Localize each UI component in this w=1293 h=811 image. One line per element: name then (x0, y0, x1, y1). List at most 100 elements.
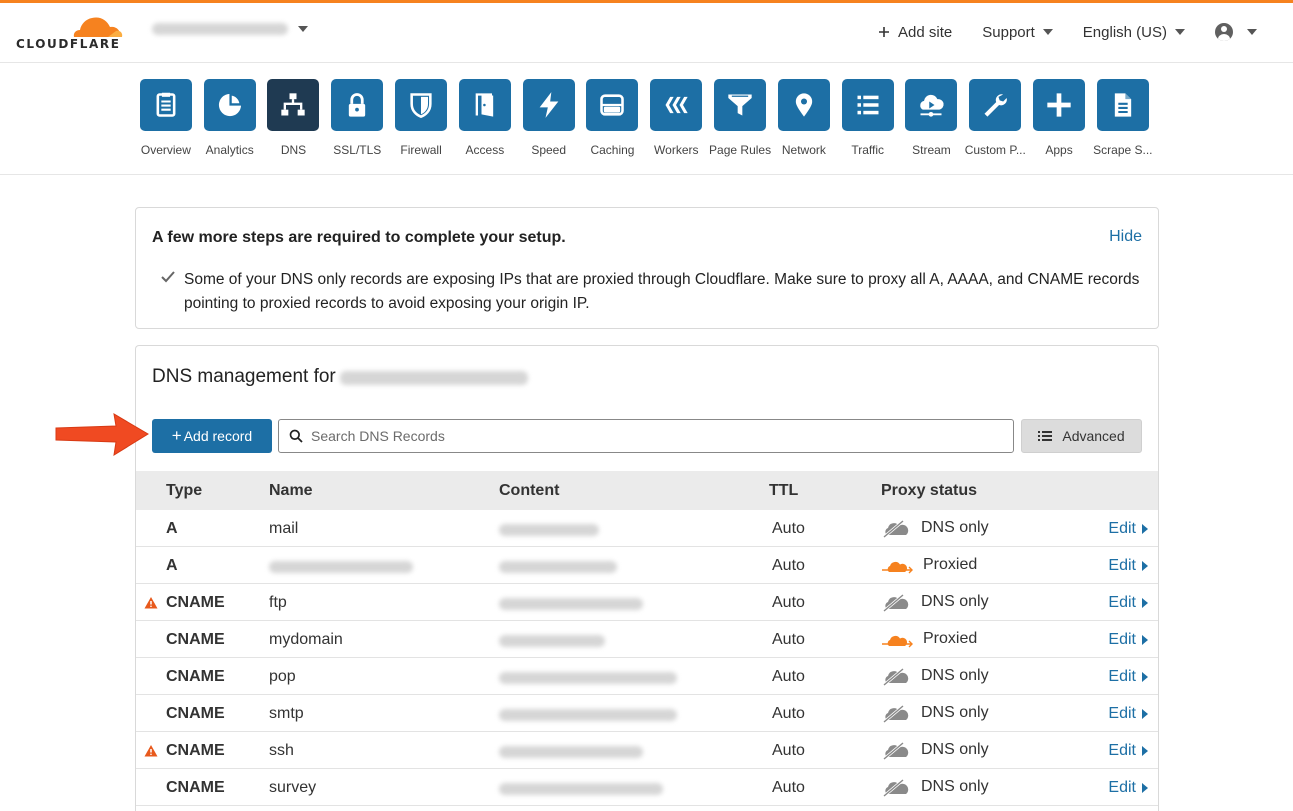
advanced-button[interactable]: Advanced (1021, 419, 1142, 453)
app-tile-scrape-s[interactable]: Scrape S... (1091, 79, 1155, 157)
table-row: CNAME pop Auto DNS only Edit (136, 658, 1158, 695)
search-dns-input[interactable] (311, 428, 971, 444)
language-menu[interactable]: English (US) (1083, 24, 1185, 41)
plus-icon (1047, 93, 1071, 117)
wrench-icon (984, 94, 1008, 117)
app-tile-box (267, 79, 320, 131)
header-nav: Add site Support English (US) (878, 23, 1257, 41)
search-dns-field[interactable] (278, 419, 1014, 453)
proxy-status[interactable]: Proxied (881, 629, 977, 649)
edit-record-button[interactable]: Edit (1108, 557, 1148, 575)
add-site-label: Add site (898, 23, 953, 41)
edit-record-button[interactable]: Edit (1108, 742, 1148, 760)
app-tile-traffic[interactable]: Traffic (836, 79, 900, 157)
edit-record-button[interactable]: Edit (1108, 631, 1148, 649)
app-tile-apps[interactable]: Apps (1027, 79, 1091, 157)
dns-records-list: Amail Auto DNS only Edit A Auto Proxied Edit CNA… (136, 510, 1158, 806)
proxy-status[interactable]: DNS only (881, 740, 989, 760)
setup-notice-card: A few more steps are required to complet… (135, 207, 1159, 329)
record-ttl: Auto (772, 779, 805, 796)
app-tile-caching[interactable]: Caching (581, 79, 645, 157)
app-tile-overview[interactable]: Overview (134, 79, 198, 157)
app-tile-page-rules[interactable]: Page Rules (708, 79, 772, 157)
advanced-label: Advanced (1062, 428, 1125, 444)
blurred-record-content (499, 783, 663, 795)
proxy-status[interactable]: DNS only (881, 592, 989, 612)
record-name: ssh (269, 742, 294, 759)
app-tile-ssl-tls[interactable]: SSL/TLS (325, 79, 389, 157)
chevron-right-icon (1142, 709, 1148, 719)
app-tile-speed[interactable]: Speed (517, 79, 581, 157)
app-tile-workers[interactable]: Workers (644, 79, 708, 157)
support-label: Support (982, 23, 1035, 41)
proxy-status[interactable]: DNS only (881, 518, 989, 538)
edit-record-button[interactable]: Edit (1108, 779, 1148, 797)
app-tile-box (522, 79, 575, 131)
proxy-status[interactable]: DNS only (881, 703, 989, 723)
app-tile-network[interactable]: Network (772, 79, 836, 157)
app-label: Caching (590, 143, 635, 157)
proxy-status[interactable]: DNS only (881, 777, 989, 797)
app-label: Scrape S... (1093, 143, 1153, 157)
app-tile-access[interactable]: Access (453, 79, 517, 157)
blurred-record-content (499, 635, 605, 647)
edit-label: Edit (1108, 705, 1136, 722)
workers-icon (665, 96, 688, 114)
app-label: Analytics (205, 143, 254, 157)
record-type: CNAME (166, 631, 225, 648)
lightning-icon (539, 92, 559, 118)
app-tile-firewall[interactable]: Firewall (389, 79, 453, 157)
column-ttl: TTL (769, 482, 799, 499)
record-content (499, 671, 677, 689)
dns-only-cloud-icon (883, 667, 909, 686)
edit-label: Edit (1108, 631, 1136, 648)
column-name: Name (269, 482, 313, 499)
record-ttl: Auto (772, 705, 805, 722)
edit-label: Edit (1108, 520, 1136, 537)
proxy-status[interactable]: DNS only (881, 666, 989, 686)
warning-marker (144, 596, 158, 614)
language-label: English (US) (1082, 23, 1167, 41)
app-tile-dns[interactable]: DNS (262, 79, 326, 157)
column-type: Type (166, 482, 203, 499)
app-tile-custom-p[interactable]: Custom P... (963, 79, 1027, 157)
record-ttl: Auto (772, 520, 805, 537)
dns-table-header: Type Name Content TTL Proxy status (136, 471, 1158, 510)
plus-icon (879, 27, 890, 37)
edit-record-button[interactable]: Edit (1108, 705, 1148, 723)
blurred-record-content (499, 598, 643, 610)
chevron-down-icon (1175, 29, 1185, 35)
blurred-record-content (499, 524, 599, 536)
domain-selector[interactable] (152, 23, 308, 35)
edit-record-button[interactable]: Edit (1108, 520, 1148, 538)
record-content (499, 745, 643, 763)
chevron-right-icon (1142, 635, 1148, 645)
support-menu[interactable]: Support (982, 24, 1053, 41)
blurred-record-name (269, 561, 413, 573)
add-record-button[interactable]: + Add record (152, 419, 272, 453)
app-tile-analytics[interactable]: Analytics (198, 79, 262, 157)
proxy-status-label: DNS only (921, 778, 989, 795)
record-content (499, 560, 617, 578)
record-name: mydomain (269, 631, 343, 648)
edit-record-button[interactable]: Edit (1108, 668, 1148, 686)
cloudflare-logo[interactable]: CLOUDFLARE (16, 13, 124, 53)
table-row: Amail Auto DNS only Edit (136, 510, 1158, 547)
proxied-cloud-icon (882, 561, 913, 574)
blurred-record-content (499, 746, 643, 758)
proxy-status[interactable]: Proxied (881, 555, 977, 575)
account-menu[interactable] (1215, 23, 1257, 41)
app-tile-stream[interactable]: Stream (900, 79, 964, 157)
proxy-status-label: Proxied (923, 630, 978, 647)
table-row: CNAME ftp Auto DNS only Edit (136, 584, 1158, 621)
hide-link[interactable]: Hide (1109, 228, 1142, 246)
checkmark-icon (161, 271, 175, 283)
warning-icon (144, 597, 158, 609)
app-label: Firewall (400, 143, 442, 157)
record-name (269, 560, 413, 578)
column-content: Content (499, 482, 560, 499)
add-site-button[interactable]: Add site (878, 24, 952, 41)
edit-record-button[interactable]: Edit (1108, 594, 1148, 612)
chevron-down-icon (1247, 29, 1257, 35)
app-tile-box (203, 79, 256, 131)
